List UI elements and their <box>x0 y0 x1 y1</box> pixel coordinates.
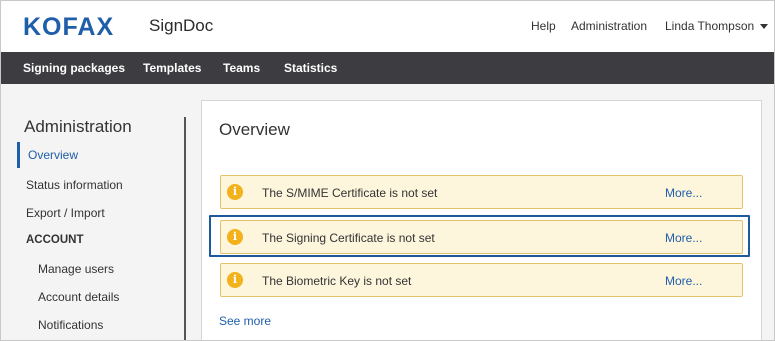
alert-message: The S/MIME Certificate is not set <box>262 186 438 200</box>
nav-statistics[interactable]: Statistics <box>284 52 337 84</box>
admin-sidebar: Administration Overview Status informati… <box>1 84 186 340</box>
sidebar-item-account-details[interactable]: Account details <box>38 290 119 304</box>
info-warning-icon: i <box>227 184 243 200</box>
caret-down-icon <box>760 24 769 29</box>
nav-templates[interactable]: Templates <box>143 52 201 84</box>
info-warning-icon: i <box>227 272 243 288</box>
alert-message: The Biometric Key is not set <box>262 274 412 288</box>
see-more-link[interactable]: See more <box>219 314 271 328</box>
sidebar-item-export-import[interactable]: Export / Import <box>26 206 105 220</box>
help-link[interactable]: Help <box>531 19 556 33</box>
user-name: Linda Thompson <box>665 19 755 33</box>
sidebar-title: Administration <box>24 117 132 136</box>
alert-biometric-key: i The Biometric Key is not set More... <box>220 263 743 297</box>
more-link[interactable]: More... <box>665 274 702 288</box>
sidebar-item-manage-users[interactable]: Manage users <box>38 262 114 276</box>
sidebar-section-account: ACCOUNT <box>26 234 84 246</box>
content-area: Administration Overview Status informati… <box>1 84 774 340</box>
kofax-logo[interactable]: KOFAX <box>23 12 135 40</box>
page-title: Overview <box>219 120 290 139</box>
administration-link[interactable]: Administration <box>571 19 647 33</box>
alert-smime-certificate: i The S/MIME Certificate is not set More… <box>220 175 743 209</box>
sidebar-divider <box>184 117 186 340</box>
nav-teams[interactable]: Teams <box>223 52 260 84</box>
main-navbar: Signing packages Templates Teams Statist… <box>1 52 774 84</box>
sidebar-item-overview[interactable]: Overview <box>17 142 177 168</box>
nav-signing-packages[interactable]: Signing packages <box>23 52 125 84</box>
more-link[interactable]: More... <box>665 186 702 200</box>
sidebar-item-status-information[interactable]: Status information <box>26 178 123 192</box>
logo-text: KOFAX <box>23 13 114 40</box>
focus-highlight-box <box>209 215 750 257</box>
user-menu[interactable]: Linda Thompson <box>665 19 769 33</box>
sidebar-item-notifications[interactable]: Notifications <box>38 318 103 332</box>
app-window: KOFAX SignDoc Help Administration Linda … <box>0 0 775 341</box>
top-header: KOFAX SignDoc Help Administration Linda … <box>1 1 774 51</box>
app-name: SignDoc <box>149 16 214 35</box>
